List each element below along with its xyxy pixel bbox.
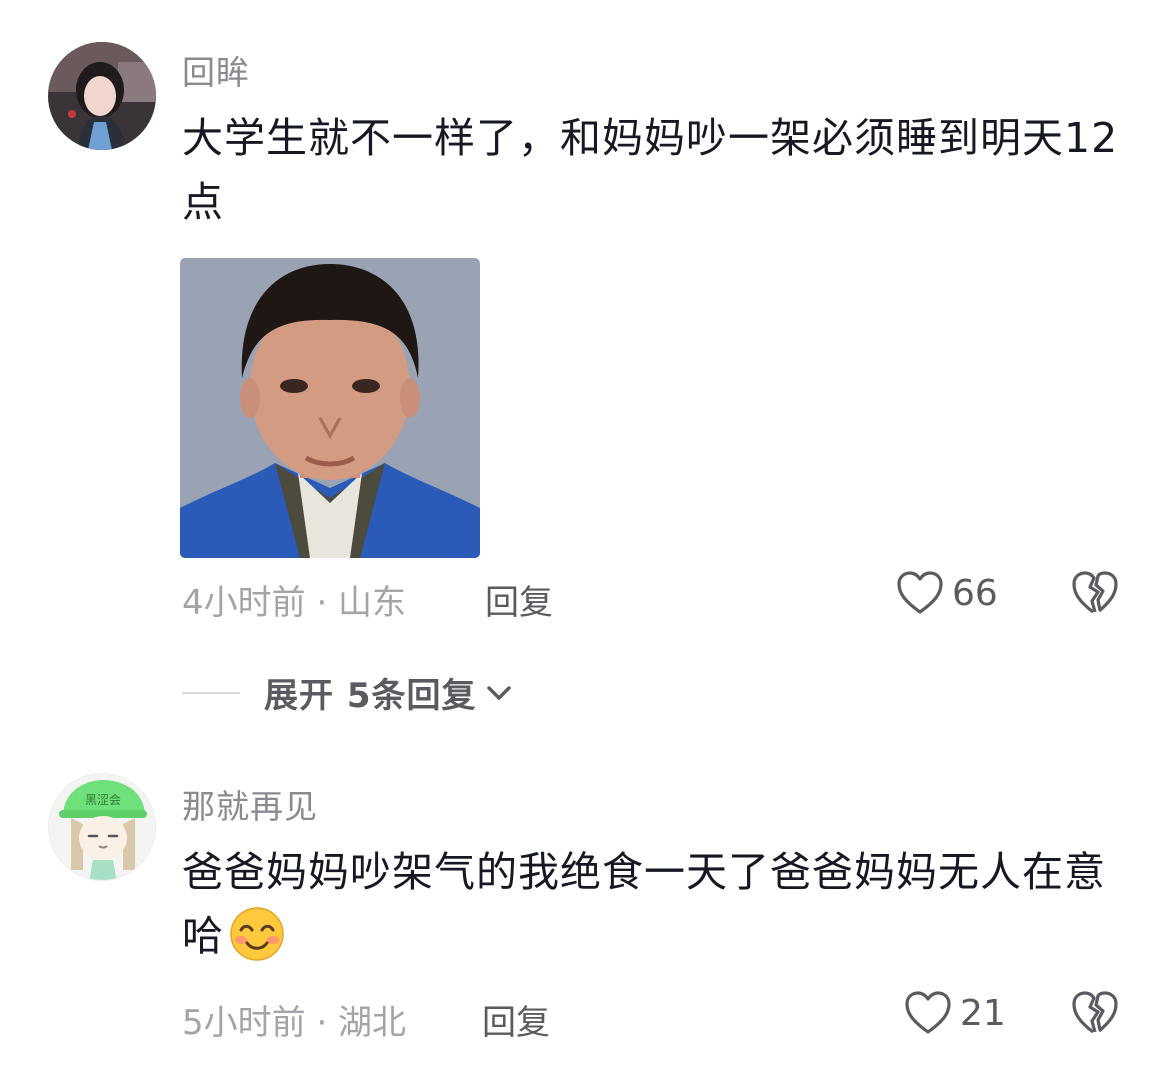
comment-image[interactable] — [180, 258, 480, 558]
reply-button[interactable]: 回复 — [482, 995, 550, 1044]
chevron-down-icon — [486, 685, 511, 700]
avatar[interactable]: 黑涩会 — [48, 773, 156, 881]
username[interactable]: 那就再见 — [182, 780, 318, 828]
like-button[interactable]: 21 — [904, 990, 1006, 1036]
dislike-button[interactable] — [1071, 990, 1119, 1040]
broken-heart-icon — [1072, 571, 1118, 614]
smiling-face-emoji-icon — [226, 906, 288, 980]
broken-heart-icon — [1072, 991, 1118, 1034]
timestamp-location: 4小时前 · 山东 — [182, 583, 407, 623]
comment-text-content: 爸爸妈妈吵架气的我绝食一天了爸爸妈妈无人在意哈 — [182, 848, 1106, 960]
avatar-badge-text: 黑涩会 — [85, 792, 121, 807]
comment-text: 爸爸妈妈吵架气的我绝食一天了爸爸妈妈无人在意哈 — [182, 840, 1122, 980]
like-count: 21 — [960, 992, 1006, 1034]
avatar[interactable] — [48, 42, 156, 150]
username[interactable]: 回眸 — [182, 46, 250, 94]
expand-replies-label: 展开 5条回复 — [264, 676, 477, 716]
reply-button[interactable]: 回复 — [485, 575, 553, 624]
like-count: 66 — [952, 572, 998, 614]
heart-icon — [905, 991, 951, 1034]
expand-replies-button[interactable]: 展开 5条回复 — [182, 668, 513, 717]
dislike-button[interactable] — [1071, 570, 1119, 620]
timestamp-location: 5小时前 · 湖北 — [182, 1003, 407, 1043]
divider — [182, 691, 240, 694]
heart-icon — [897, 571, 943, 614]
like-button[interactable]: 66 — [896, 570, 998, 616]
comment-text: 大学生就不一样了，和妈妈吵一架必须睡到明天12点 — [182, 114, 1119, 226]
